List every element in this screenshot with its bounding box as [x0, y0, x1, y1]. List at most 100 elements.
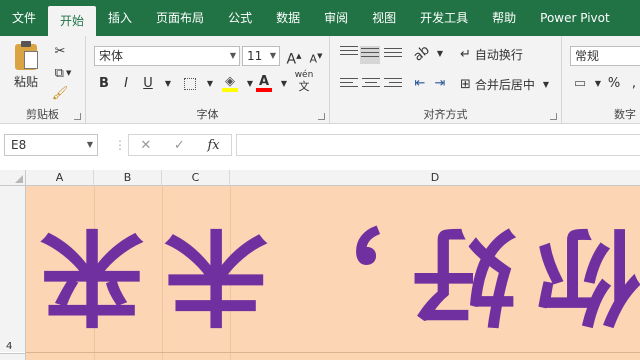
merge-center-button[interactable]: ⊞ 合并后居中 ▼	[460, 74, 549, 94]
font-name-select[interactable]: 宋体 ▼	[94, 46, 240, 66]
chevron-down-icon: ▼	[280, 79, 288, 88]
fill-color-button[interactable]: ◈	[220, 72, 240, 92]
chevron-down-icon: ▼	[229, 51, 236, 60]
chevron-down-icon: ▼	[65, 69, 72, 77]
grow-font-button[interactable]: A▲	[284, 46, 304, 68]
chevron-down-icon: ▼	[164, 79, 172, 88]
chevron-down-icon: ▼	[542, 79, 550, 89]
paste-label: 粘贴	[13, 75, 38, 89]
align-left-icon[interactable]	[340, 78, 358, 92]
tab-8[interactable]: 开发工具	[408, 0, 480, 36]
row-header-4[interactable]: 4	[0, 340, 26, 354]
column-header-d[interactable]: D	[230, 170, 640, 186]
number-format-value: 常规	[575, 49, 600, 63]
accounting-format-button[interactable]: ▭	[570, 74, 590, 94]
tab-7[interactable]: 视图	[360, 0, 408, 36]
orientation-button[interactable]: ab	[411, 43, 433, 65]
cancel-icon[interactable]: ✕	[140, 138, 151, 153]
tab-5[interactable]: 数据	[264, 0, 312, 36]
underline-dropdown[interactable]: ▼	[158, 74, 178, 94]
comma-button[interactable]: ,	[624, 74, 640, 94]
font-color-button[interactable]: A	[254, 72, 274, 92]
currency-icon: ▭	[573, 76, 587, 91]
column-header-b[interactable]: B	[94, 170, 162, 186]
formula-input[interactable]	[236, 134, 640, 156]
align-center-icon[interactable]	[362, 78, 380, 92]
font-color-dropdown[interactable]: ▼	[274, 74, 294, 94]
chevron-down-icon: ▼	[246, 79, 254, 88]
alignment-group: ab ▼ ↵ 自动换行 ⇤ ⇥ ⊞ 合并后居中 ▼ 对齐方式	[330, 36, 562, 124]
column-header-c[interactable]: C	[162, 170, 230, 186]
gridline	[26, 352, 640, 353]
tab-0[interactable]: 文件	[0, 0, 48, 36]
font-color-icon: A	[258, 74, 270, 89]
tab-1[interactable]: 开始	[48, 6, 97, 36]
tab-6[interactable]: 审阅	[312, 0, 360, 36]
cut-button[interactable]: ✂	[50, 42, 70, 60]
comma-icon: ,	[631, 76, 637, 91]
align-bottom-icon[interactable]	[384, 48, 402, 62]
font-size-value: 11	[247, 49, 263, 63]
clipboard-icon	[15, 41, 38, 70]
tab-10[interactable]: Power Pivot	[528, 0, 622, 36]
chevron-down-icon: ▼	[594, 79, 602, 88]
cell-reference: E8	[11, 138, 27, 152]
chevron-down-icon: ▼	[269, 51, 276, 60]
underline-button[interactable]: U	[138, 74, 158, 94]
select-all-button[interactable]	[0, 170, 26, 186]
grow-font-icon: A	[286, 51, 297, 68]
underline-icon: U	[143, 76, 153, 91]
wrap-text-icon: ↵	[460, 46, 471, 62]
tab-2[interactable]: 插入	[96, 0, 144, 36]
phonetic-char-icon: 文	[298, 80, 310, 93]
tab-9[interactable]: 帮助	[480, 0, 528, 36]
format-painter-button[interactable]: 🖌	[50, 84, 70, 102]
chevron-down-icon: ▼	[436, 49, 444, 58]
clipboard-group: 粘贴 ✂ ⧉ ▼ 🖌 剪贴板	[0, 36, 86, 124]
paste-button[interactable]: 粘贴	[8, 41, 44, 92]
tab-4[interactable]: 公式	[216, 0, 264, 36]
border-button[interactable]	[180, 74, 200, 94]
column-header-a[interactable]: A	[26, 170, 94, 186]
copy-button[interactable]: ⧉ ▼	[50, 64, 76, 82]
orientation-dropdown[interactable]: ▼	[430, 44, 450, 64]
dialog-launcher-icon[interactable]	[74, 113, 81, 120]
border-icon	[184, 78, 196, 90]
decrease-indent-button[interactable]: ⇤	[410, 74, 430, 94]
formula-buttons: ✕ ✓ fx	[128, 134, 232, 156]
font-color-swatch	[256, 88, 272, 92]
cell-text-rotated: 你好，未来	[19, 214, 640, 336]
row-header-5[interactable]	[0, 353, 26, 360]
increase-indent-button[interactable]: ⇥	[430, 74, 450, 94]
number-format-select[interactable]: 常规	[570, 46, 640, 66]
merge-center-label: 合并后居中	[474, 77, 535, 92]
name-box[interactable]: E8 ▼	[4, 134, 98, 156]
enter-icon[interactable]: ✓	[174, 138, 185, 153]
font-size-select[interactable]: 11 ▼	[242, 46, 280, 66]
phonetic-icon: wén	[294, 70, 314, 80]
align-top-icon[interactable]	[340, 46, 358, 60]
group-label-font: 字体	[196, 108, 219, 121]
wrap-text-button[interactable]: ↵ 自动换行	[460, 44, 523, 64]
bold-icon: B	[99, 76, 109, 91]
formula-bar: E8 ▼ ⋮ ✕ ✓ fx	[0, 124, 640, 170]
phonetic-button[interactable]: wén 文	[292, 70, 316, 93]
italic-button[interactable]: I	[116, 74, 136, 94]
copy-icon: ⧉	[54, 65, 64, 81]
group-label-number: 数字	[614, 108, 636, 121]
dialog-launcher-icon[interactable]	[550, 113, 557, 120]
bold-button[interactable]: B	[94, 74, 114, 94]
scissors-icon: ✂	[54, 43, 66, 59]
tab-3[interactable]: 页面布局	[144, 0, 216, 36]
border-dropdown[interactable]: ▼	[200, 74, 220, 94]
align-middle-icon[interactable]	[360, 46, 380, 64]
insert-function-icon[interactable]: fx	[207, 138, 219, 153]
shrink-font-button[interactable]: A▼	[306, 46, 326, 66]
paintbrush-icon: 🖌	[51, 85, 69, 101]
dialog-launcher-icon[interactable]	[318, 113, 325, 120]
percent-button[interactable]: %	[604, 74, 624, 94]
shrink-font-icon: A	[309, 52, 318, 66]
decrease-indent-icon: ⇤	[414, 76, 426, 91]
align-right-icon[interactable]	[384, 78, 402, 92]
group-label-clipboard: 剪贴板	[26, 108, 59, 121]
